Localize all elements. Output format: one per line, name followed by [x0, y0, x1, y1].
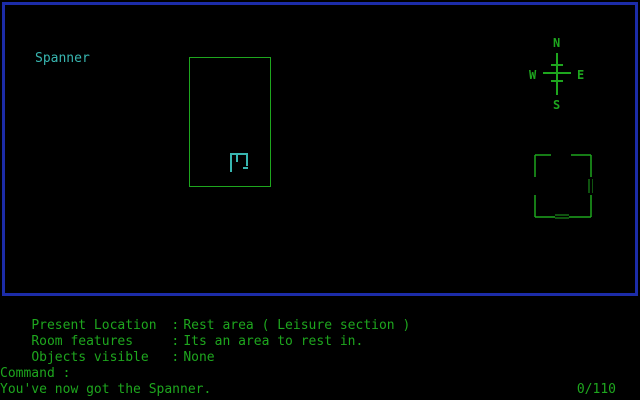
present-location-row: Present Location: Rest area ( Leisure sec…	[0, 302, 410, 333]
held-item-label: Spanner	[35, 51, 90, 66]
game-viewport: Spanner N S W E	[2, 2, 638, 296]
objects-visible-key: Objects visible	[31, 350, 149, 365]
objects-visible-separator: :	[171, 350, 180, 365]
spanner-object-icon	[230, 153, 248, 172]
compass: N S W E	[525, 33, 589, 113]
compass-north: N	[553, 36, 561, 50]
objects-visible-value: None	[183, 350, 215, 365]
compass-west: W	[529, 68, 537, 82]
room-minimap	[534, 154, 593, 219]
command-prompt[interactable]: Command :	[0, 366, 70, 382]
status-panel: Present Location: Rest area ( Leisure sec…	[0, 302, 640, 366]
game-message: You've now got the Spanner.	[0, 382, 212, 397]
scene-doorway	[189, 57, 271, 187]
score-counter: 0/110	[576, 382, 616, 397]
objects-visible-row: Objects visible: None	[0, 334, 214, 365]
compass-east: E	[577, 68, 585, 82]
room-features-row: Room features: Its an area to rest in.	[0, 318, 363, 349]
compass-south: S	[553, 98, 561, 112]
